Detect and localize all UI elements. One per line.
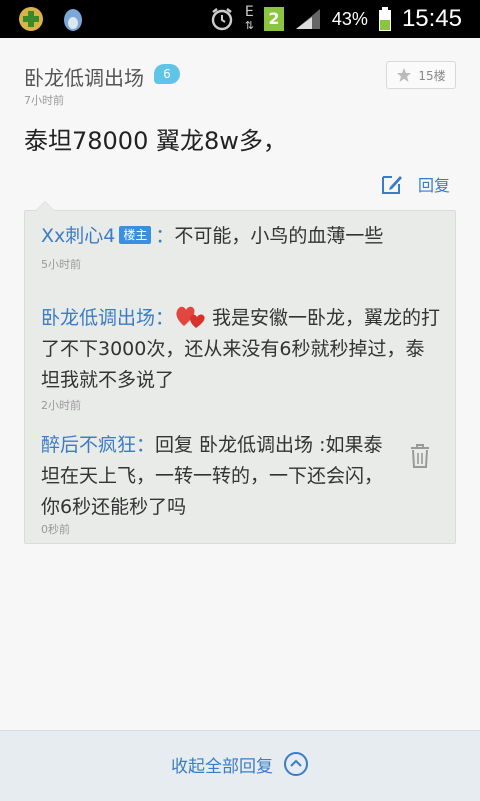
sim-icon: 2 — [263, 7, 284, 31]
battery-icon — [378, 7, 391, 31]
collapse-replies-button[interactable]: 收起全部回复 — [0, 751, 480, 777]
clock: 15:45 — [401, 5, 462, 32]
post-body: 泰坦78000 翼龙8w多， — [24, 127, 287, 155]
status-bar: E ⇅ 2 43% 15:45 — [0, 0, 480, 38]
qq-penguin-icon — [64, 9, 82, 31]
post-time: 7小时前 — [24, 94, 64, 107]
chevron-up-circle-icon — [284, 752, 308, 776]
network-type-icon: E ⇅ — [244, 4, 254, 32]
battery-percent: 43% — [331, 8, 368, 29]
floor-label: 15楼 — [418, 68, 446, 83]
edit-icon — [381, 176, 402, 194]
reply-author[interactable]: 卧龙低调出场： — [41, 307, 174, 329]
reply-item[interactable]: 卧龙低调出场： 我是安徽一卧龙，翼龙的打了不下3000次，还从来没有6秒就秒掉过… — [41, 300, 441, 396]
collapse-label: 收起全部回复 — [171, 756, 273, 777]
post-author[interactable]: 卧龙低调出场 — [24, 62, 144, 91]
level-badge: 6 — [154, 64, 180, 84]
reply-button[interactable]: 回复 — [380, 172, 450, 196]
cross-app-icon — [19, 7, 43, 31]
reply-time: 2小时前 — [41, 399, 81, 412]
reply-colon: ： — [155, 225, 175, 247]
alarm-icon — [211, 8, 232, 31]
star-icon — [397, 68, 412, 82]
reply-author[interactable]: 醉后不疯狂： — [41, 434, 155, 456]
reply-time: 0秒前 — [41, 523, 70, 536]
reply-label: 回复 — [417, 176, 450, 195]
replies-panel: Xx刺心4 楼主 ：不可能，小鸟的血薄一些 5小时前 卧龙低调出场： 我是安徽一卧龙… — [24, 201, 456, 544]
bottom-bar: 收起全部回复 — [0, 730, 480, 801]
sim-slot-label: 2 — [268, 9, 280, 28]
reply-text: 不可能，小鸟的血薄一些 — [174, 225, 384, 247]
signal-icon — [295, 9, 320, 29]
network-type-label: E — [244, 4, 254, 20]
reply-item[interactable]: 醉后不疯狂：回复 卧龙低调出场 :如果泰坦在天上飞，一转一转的，一下还会闪，你6… — [41, 430, 401, 523]
reply-item[interactable]: Xx刺心4 楼主 ：不可能，小鸟的血薄一些 — [41, 221, 441, 252]
reply-author[interactable]: Xx刺心4 — [41, 225, 115, 247]
host-badge: 楼主 — [119, 226, 152, 244]
trash-icon[interactable] — [409, 443, 431, 469]
floor-button[interactable]: 15楼 — [386, 61, 456, 89]
hearts-emoji-icon — [176, 306, 205, 328]
reply-time: 5小时前 — [41, 258, 81, 271]
